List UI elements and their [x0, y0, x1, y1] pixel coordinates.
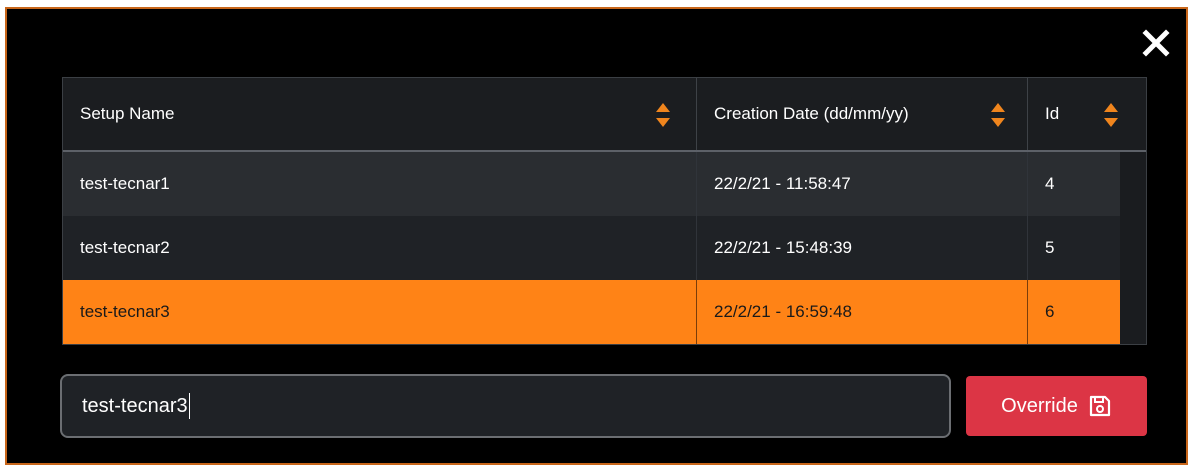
cell-id: 5 — [1045, 238, 1055, 257]
table-scrollbar[interactable] — [1120, 152, 1146, 344]
sort-icon[interactable] — [1104, 103, 1118, 127]
cell-setup-name: test-tecnar3 — [63, 280, 697, 344]
sort-icon[interactable] — [991, 103, 1005, 127]
cell-creation-date: 22/2/21 - 16:59:48 — [697, 280, 1028, 344]
close-icon[interactable] — [1140, 27, 1172, 59]
table-header: Setup Name Creation Date (dd/mm/yy) Id — [63, 78, 1146, 152]
cell-setup-name: test-tecnar2 — [63, 216, 697, 280]
sort-icon[interactable] — [656, 103, 670, 127]
override-setup-modal: Setup Name Creation Date (dd/mm/yy) Id t… — [5, 7, 1188, 465]
setup-name-input[interactable]: test-tecnar3 — [60, 374, 951, 438]
override-button[interactable]: Override — [966, 376, 1147, 436]
column-label: Setup Name — [80, 104, 175, 123]
cell-creation-date: 22/2/21 - 15:48:39 — [697, 216, 1028, 280]
table-row[interactable]: test-tecnar1 22/2/21 - 11:58:47 4 — [63, 152, 1120, 216]
input-value: test-tecnar3 — [82, 394, 188, 417]
cell-creation-date: 22/2/21 - 11:58:47 — [697, 152, 1028, 216]
text-caret — [188, 393, 190, 419]
column-label: Id — [1045, 104, 1060, 123]
column-header-setup-name[interactable]: Setup Name — [63, 78, 697, 150]
column-label: Creation Date (dd/mm/yy) — [714, 104, 909, 123]
column-header-creation-date[interactable]: Creation Date (dd/mm/yy) — [697, 78, 1028, 150]
override-button-label: Override — [1001, 394, 1078, 417]
save-icon — [1089, 395, 1110, 417]
table-row[interactable]: test-tecnar2 22/2/21 - 15:48:39 5 — [63, 216, 1120, 280]
cell-id: 4 — [1045, 174, 1055, 193]
column-header-id[interactable]: Id — [1028, 78, 1146, 150]
table-row-selected[interactable]: test-tecnar3 22/2/21 - 16:59:48 6 — [63, 280, 1120, 344]
cell-id: 6 — [1045, 302, 1055, 321]
cell-setup-name: test-tecnar1 — [63, 152, 697, 216]
setups-table: Setup Name Creation Date (dd/mm/yy) Id t… — [62, 77, 1147, 345]
